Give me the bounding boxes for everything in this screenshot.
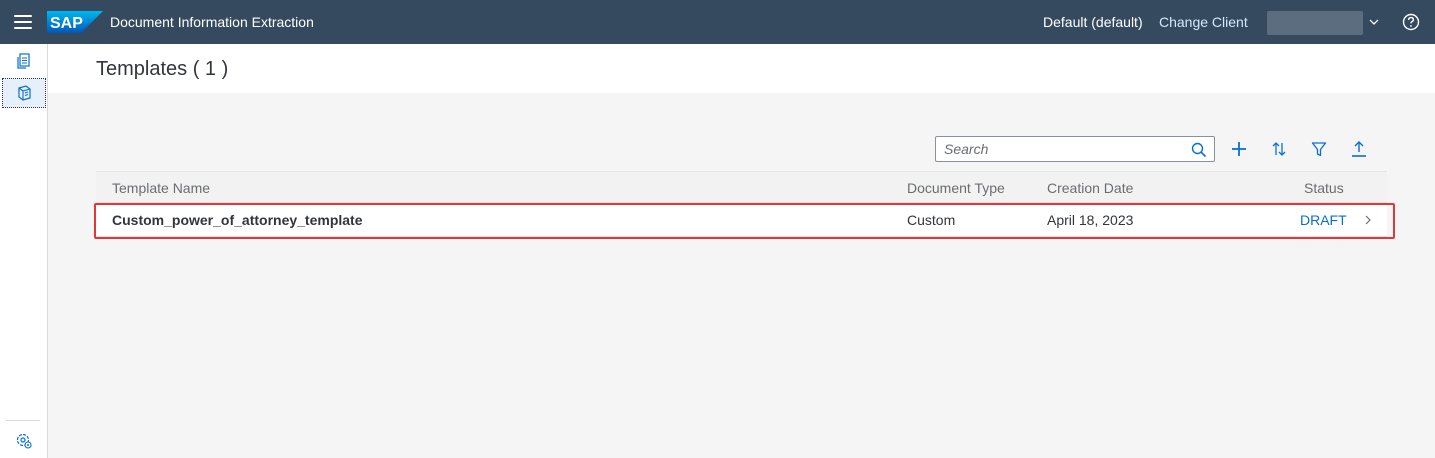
document-type-cell: Custom <box>907 212 956 228</box>
upload-button[interactable] <box>1345 137 1373 161</box>
templates-table: Template Name Document Type Creation Dat… <box>96 171 1387 237</box>
side-navigation <box>0 44 48 458</box>
search-icon[interactable] <box>1190 141 1208 159</box>
filter-button[interactable] <box>1305 137 1333 161</box>
upload-icon <box>1352 141 1366 157</box>
search-field[interactable] <box>935 136 1215 162</box>
settings-icon <box>16 433 32 449</box>
column-header-template-name[interactable]: Template Name <box>112 180 210 196</box>
column-header-document-type[interactable]: Document Type <box>907 180 1005 196</box>
status-cell: DRAFT <box>1300 212 1347 228</box>
page-header: Templates ( 1 ) <box>48 44 1435 93</box>
table-row[interactable]: Custom_power_of_attorney_template Custom… <box>96 203 1387 237</box>
nav-divider <box>6 420 40 421</box>
page-title: Templates ( 1 ) <box>96 58 229 80</box>
shell-bar: SAP Document Information Extraction Defa… <box>0 0 1435 44</box>
hamburger-menu-icon[interactable] <box>12 12 34 32</box>
sap-logo[interactable]: SAP <box>47 11 103 33</box>
chevron-right-icon[interactable] <box>1362 213 1374 227</box>
table-header: Template Name Document Type Creation Dat… <box>96 171 1387 203</box>
template-name-cell: Custom_power_of_attorney_template <box>112 212 363 228</box>
documents-icon <box>17 53 30 69</box>
sort-icon <box>1272 142 1286 156</box>
templates-icon <box>18 85 31 101</box>
add-icon <box>1232 142 1246 156</box>
tenant-label: Default (default) <box>1043 14 1143 30</box>
search-input[interactable] <box>944 140 1184 158</box>
add-button[interactable] <box>1225 137 1253 161</box>
nav-item-settings[interactable] <box>2 426 46 456</box>
filter-icon <box>1311 142 1327 157</box>
nav-item-templates[interactable] <box>2 78 46 108</box>
svg-text:SAP: SAP <box>50 15 83 32</box>
change-client-link[interactable]: Change Client <box>1159 14 1248 30</box>
help-icon[interactable] <box>1401 12 1421 32</box>
app-title: Document Information Extraction <box>110 14 314 30</box>
chevron-down-icon[interactable] <box>1367 15 1381 29</box>
column-header-status[interactable]: Status <box>1304 180 1344 196</box>
user-menu[interactable] <box>1267 11 1363 35</box>
sort-button[interactable] <box>1265 137 1293 161</box>
creation-date-cell: April 18, 2023 <box>1047 212 1134 228</box>
column-header-creation-date[interactable]: Creation Date <box>1047 180 1133 196</box>
nav-item-documents[interactable] <box>2 46 46 76</box>
